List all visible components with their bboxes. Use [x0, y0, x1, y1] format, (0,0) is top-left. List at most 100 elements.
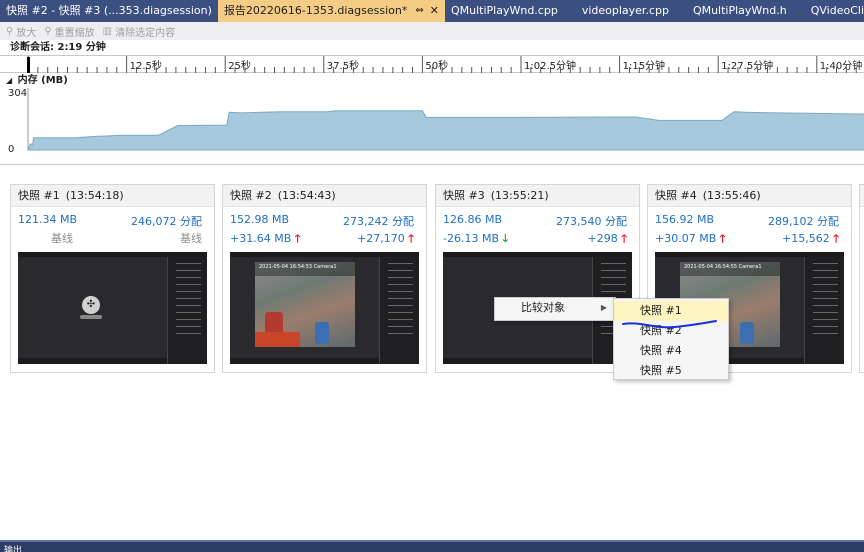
pin-icon[interactable]: ⇔ [415, 0, 423, 22]
submenu-item-snapshot-4[interactable]: 快照 #4 [614, 341, 728, 361]
allocs-delta[interactable]: +15,562 🡑 [782, 230, 839, 249]
tab-label: 快照 #2 - 快照 #3 (...353.diagsession) [6, 4, 212, 17]
video-osd-text: 2021-05-04 16:54:55 Camera1 [684, 264, 762, 270]
magnifier-icon: ⚲ [44, 25, 52, 37]
size-delta[interactable]: +31.64 MB 🡑 [230, 230, 300, 249]
ruler-tick-label: 1:27.5分钟 [721, 61, 774, 72]
allocs-delta-link[interactable]: +27,170 [357, 232, 405, 245]
snapshot-time: (13:54:18) [65, 189, 124, 202]
handwritten-underline [622, 320, 717, 329]
memory-section-header[interactable]: ◢ 内存 (MB) [0, 74, 864, 88]
heap-size-link[interactable]: 152.98 MB [230, 213, 289, 226]
video-frame: 2021-05-04 16:54:53 Camera1 [255, 262, 355, 347]
reset-zoom-label: 重置缩放 [54, 27, 95, 39]
size-delta-link[interactable]: +31.64 MB [230, 232, 291, 245]
reset-zoom-button[interactable]: ⚲ 重置缩放 [44, 24, 94, 39]
memory-chart[interactable]: 304 0 [0, 88, 864, 158]
ruler-tick-label: 12.5秒 [129, 61, 162, 72]
snapshot-header: 快照 #3 (13:55:21) [436, 185, 639, 207]
magnifier-icon: ⚲ [6, 25, 14, 37]
snapshots-panel: 快照 #1 (13:54:18) 121.34 MB 246,072 分配 基线… [0, 174, 864, 540]
tab-videoplayer-cpp[interactable]: videoplayer.cpp [576, 0, 675, 22]
snapshot-header: 快照 #4 (13:55:46) [648, 185, 851, 207]
tab-diagsession-report[interactable]: 报告20220616-1353.diagsession* ⇔ ✕ [217, 0, 445, 22]
snapshot-context-menu: 比较对象 ▶ [494, 297, 616, 321]
allocations-link[interactable]: 273,540 分配 [556, 213, 627, 229]
memory-series-area [27, 110, 864, 151]
snapshot-totals: 152.98 MB 273,242 分配 [223, 211, 426, 228]
arrow-up-icon: 🡑 [408, 232, 414, 245]
snapshot-time: (13:55:46) [702, 189, 761, 202]
snapshot-header: 快照 #1 (13:54:18) [11, 185, 214, 207]
chart-separator [0, 164, 864, 174]
size-delta-link[interactable]: -26.13 MB [443, 232, 499, 245]
snapshot-screenshot[interactable]: 2021-05-04 16:54:53 Camera1 [230, 252, 419, 364]
tab-label: 报告20220616-1353.diagsession* [223, 4, 408, 17]
submenu-item-label: 快照 #1 [640, 304, 682, 317]
y-min-label: 0 [8, 144, 15, 155]
snapshot-title: 快照 #4 [655, 189, 697, 202]
compare-with-label: 比较对象 [521, 301, 565, 314]
timeline-cursor[interactable] [27, 57, 30, 73]
tab-label: videoplayer.cpp [581, 4, 669, 17]
clear-selection-label: 清除选定内容 [115, 27, 176, 39]
arrow-up-icon: 🡑 [294, 232, 301, 245]
zoom-in-button[interactable]: ⚲ 放大 [6, 24, 36, 39]
y-max-label: 304 [8, 88, 28, 99]
size-baseline-label: 基线 [51, 232, 73, 245]
video-osd-text: 2021-05-04 16:54:53 Camera1 [259, 264, 337, 270]
heap-size-link[interactable]: 126.86 MB [443, 213, 502, 226]
size-delta[interactable]: -26.13 MB 🡓 [443, 230, 508, 249]
snapshot-card[interactable]: 快照 #3 (13:55:21) 126.86 MB 273,540 分配 -2… [435, 184, 640, 373]
allocs-baseline-label: 基线 [180, 232, 202, 245]
snapshot-card-partial[interactable] [859, 184, 864, 373]
tab-qmultiplaywnd-cpp[interactable]: QMultiPlayWnd.cpp [445, 0, 564, 22]
diagnostics-window: 快照 #2 - 快照 #3 (...353.diagsession) 报告202… [0, 0, 864, 552]
allocs-delta[interactable]: +298 🡑 [588, 230, 627, 249]
timeline-ruler[interactable]: 12.5秒 25秒 37.5秒 50秒 1:02.5分钟 1:15分钟 1:27.5分钟 1:… [0, 55, 864, 73]
allocs-delta-link[interactable]: +298 [588, 232, 618, 245]
arrow-down-icon: 🡓 [502, 232, 509, 245]
snapshot-card[interactable]: 快照 #2 (13:54:43) 152.98 MB 273,242 分配 +3… [222, 184, 427, 373]
snapshot-card[interactable]: 快照 #1 (13:54:18) 121.34 MB 246,072 分配 基线… [10, 184, 215, 373]
allocs-delta-link[interactable]: +15,562 [782, 232, 830, 245]
ruler-tick-label: 1:15分钟 [622, 61, 666, 72]
submenu-arrow-icon: ▶ [600, 303, 607, 312]
clear-selection-button[interactable]: ▥ 清除选定内容 [103, 24, 175, 39]
snapshot-title: 快照 #1 [18, 189, 60, 202]
snapshot-screenshot[interactable]: ✣ [18, 252, 207, 364]
collapse-triangle-icon[interactable]: ◢ [6, 76, 12, 85]
output-label: 输出 [4, 546, 23, 552]
snapshot-deltas: 基线 基线 [11, 228, 214, 245]
ruler-tick-label: 25秒 [228, 61, 251, 72]
tab-qmultiplaywnd-h[interactable]: QMultiPlayWnd.h [687, 0, 793, 22]
size-delta-link[interactable]: +30.07 MB [655, 232, 716, 245]
submenu-item-snapshot-5[interactable]: 快照 #5 [614, 361, 728, 381]
tab-label: QMultiPlayWnd.cpp [450, 4, 558, 17]
zoom-in-label: 放大 [16, 27, 37, 39]
allocations-link[interactable]: 289,102 分配 [768, 213, 839, 229]
tab-qvideoclipctrl-cpp[interactable]: QVideoClipCtrl.cpp [805, 0, 864, 22]
submenu-item-label: 快照 #5 [640, 364, 682, 377]
allocations-link[interactable]: 246,072 分配 [131, 213, 202, 229]
tab-snapshot-compare[interactable]: 快照 #2 - 快照 #3 (...353.diagsession) [0, 0, 218, 22]
memory-area-plot [27, 88, 864, 151]
heap-size-link[interactable]: 156.92 MB [655, 213, 714, 226]
snapshot-header: 快照 #2 (13:54:43) [223, 185, 426, 207]
timeline-toolbar: ⚲ 放大 ⚲ 重置缩放 ▥ 清除选定内容 [0, 22, 864, 40]
arrow-up-icon: 🡑 [833, 232, 839, 245]
tab-label: QVideoClipCtrl.cpp [810, 4, 864, 17]
snapshot-deltas: -26.13 MB 🡓 +298 🡑 [436, 228, 639, 245]
close-icon[interactable]: ✕ [430, 0, 439, 22]
snapshot-time: (13:54:43) [277, 189, 336, 202]
memory-title: 内存 (MB) [17, 75, 68, 86]
heap-size-link[interactable]: 121.34 MB [18, 213, 77, 226]
allocations-link[interactable]: 273,242 分配 [343, 213, 414, 229]
size-delta[interactable]: +30.07 MB 🡑 [655, 230, 725, 249]
document-tab-strip: 快照 #2 - 快照 #3 (...353.diagsession) 报告202… [0, 0, 864, 22]
compare-submenu: 快照 #1 快照 #2 快照 #4 快照 #5 [613, 298, 729, 380]
allocs-delta[interactable]: +27,170 🡑 [357, 230, 414, 249]
submenu-item-label: 快照 #4 [640, 344, 682, 357]
compare-with-menu-item[interactable]: 比较对象 ▶ [495, 298, 615, 318]
snapshot-deltas: +31.64 MB 🡑 +27,170 🡑 [223, 228, 426, 245]
